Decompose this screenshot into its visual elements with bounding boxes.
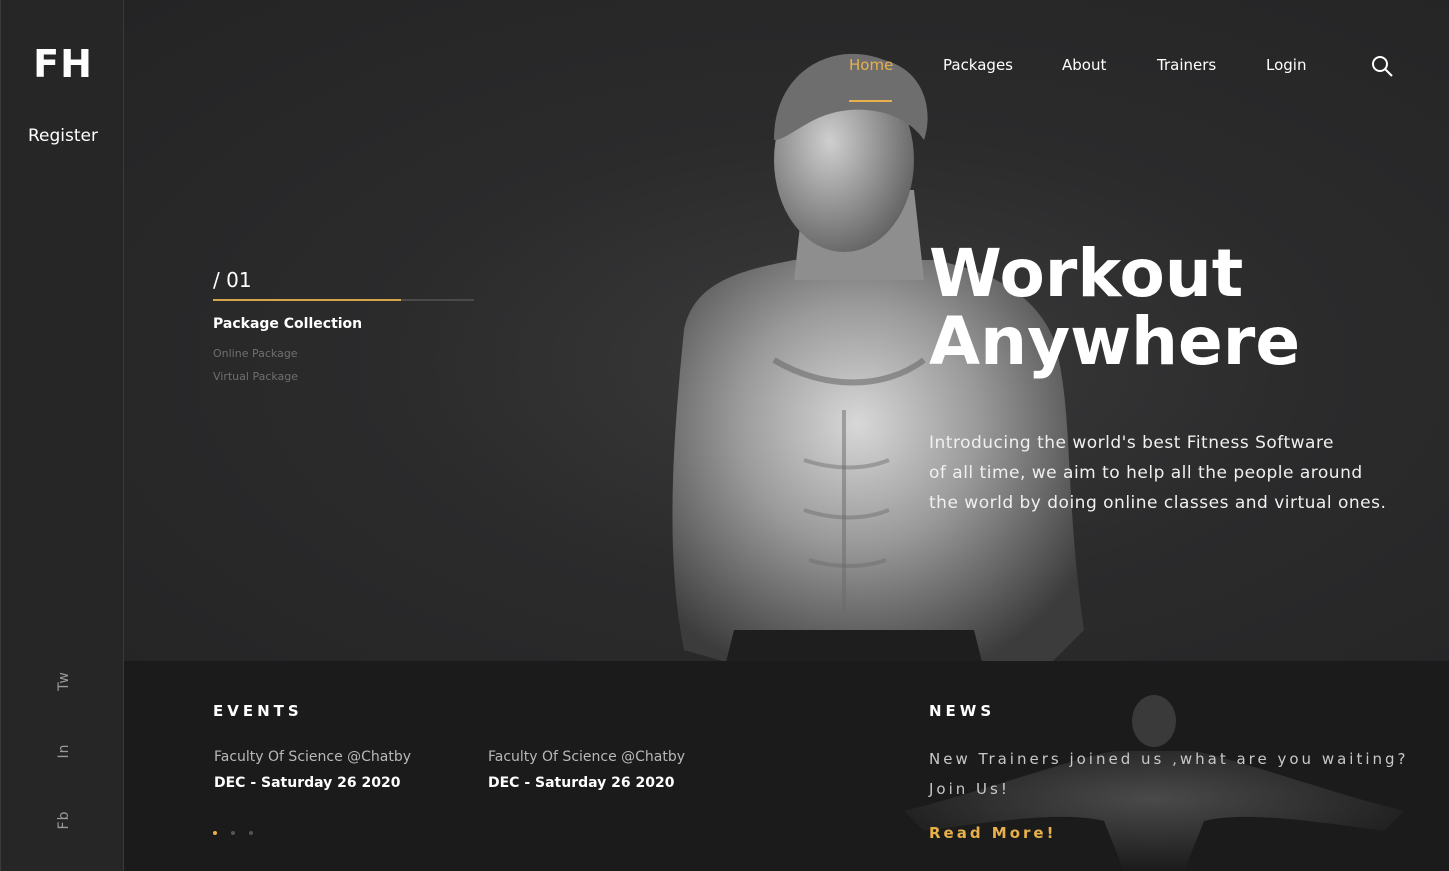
- carousel-dot-2[interactable]: [231, 831, 235, 835]
- package-collection-title: Package Collection: [213, 316, 363, 332]
- nav-packages[interactable]: Packages: [943, 56, 1013, 74]
- carousel-dot-3[interactable]: [249, 831, 253, 835]
- main-nav: Home Packages About Trainers Login: [0, 56, 1449, 96]
- headline-line-2: Anywhere: [929, 303, 1301, 380]
- news-text: New Trainers joined us ,what are you wai…: [929, 744, 1409, 804]
- news-line-1: New Trainers joined us ,what are you wai…: [929, 750, 1409, 768]
- intro-line-2: of all time, we aim to help all the peop…: [929, 463, 1363, 483]
- nav-home[interactable]: Home: [849, 56, 893, 74]
- carousel-dot-1[interactable]: [213, 831, 217, 835]
- intro-line-3: the world by doing online classes and vi…: [929, 493, 1387, 513]
- event-date: DEC - Saturday 26 2020: [214, 775, 401, 791]
- register-link[interactable]: Register: [1, 126, 125, 146]
- search-icon[interactable]: [1370, 54, 1394, 78]
- intro-line-1: Introducing the world's best Fitness Sof…: [929, 433, 1335, 453]
- twitter-link[interactable]: Tw: [56, 670, 72, 692]
- nav-about[interactable]: About: [1062, 56, 1106, 74]
- facebook-link[interactable]: Fb: [56, 809, 72, 831]
- event-date: DEC - Saturday 26 2020: [488, 775, 675, 791]
- events-title: EVENTS: [213, 702, 303, 720]
- news-title: NEWS: [929, 702, 996, 720]
- slide-progress-bar: [213, 299, 401, 301]
- slide-number: / 01: [213, 268, 252, 292]
- sidebar: FH Register Tw In Fb: [0, 0, 124, 871]
- nav-active-indicator: [849, 100, 892, 102]
- hero-intro: Introducing the world's best Fitness Sof…: [929, 428, 1399, 518]
- nav-login[interactable]: Login: [1266, 56, 1306, 74]
- news-line-2: Join Us!: [929, 780, 1010, 798]
- event-venue[interactable]: Faculty Of Science @Chatby: [488, 749, 685, 765]
- nav-trainers[interactable]: Trainers: [1157, 56, 1216, 74]
- online-package-link[interactable]: Online Package: [213, 347, 298, 360]
- hero-headline: Workout Anywhere: [929, 240, 1300, 376]
- linkedin-link[interactable]: In: [56, 740, 72, 762]
- event-venue[interactable]: Faculty Of Science @Chatby: [214, 749, 411, 765]
- virtual-package-link[interactable]: Virtual Package: [213, 370, 298, 383]
- read-more-link[interactable]: Read More!: [929, 824, 1056, 842]
- headline-line-1: Workout: [929, 235, 1244, 312]
